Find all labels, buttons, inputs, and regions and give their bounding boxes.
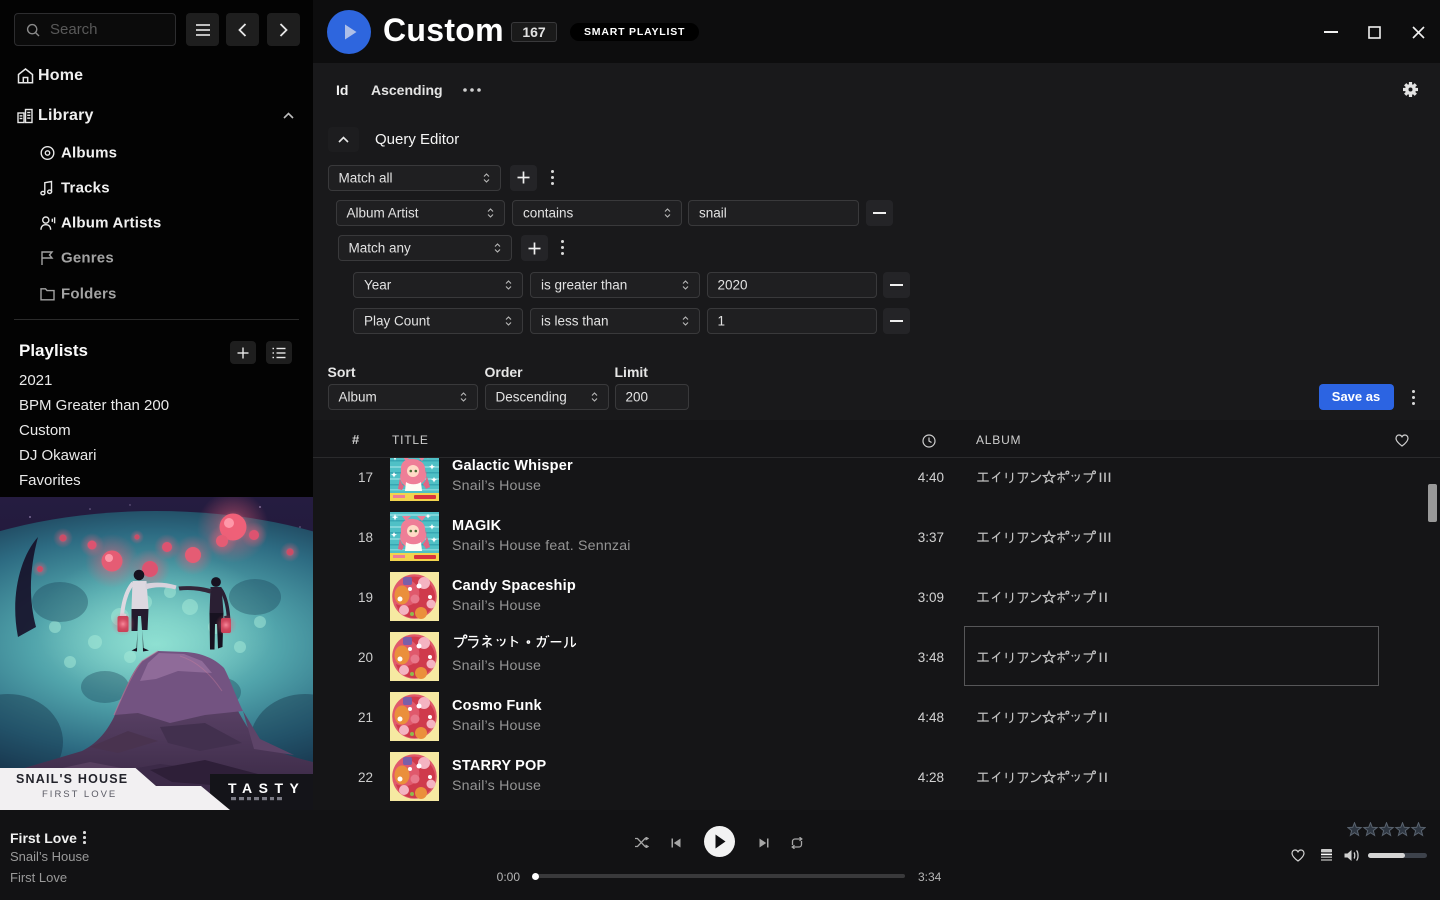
svg-text:SNAIL'S HOUSE: SNAIL'S HOUSE [16, 772, 128, 786]
svg-text:FIRST LOVE: FIRST LOVE [42, 789, 117, 800]
svg-text:TASTY: TASTY [228, 780, 305, 796]
